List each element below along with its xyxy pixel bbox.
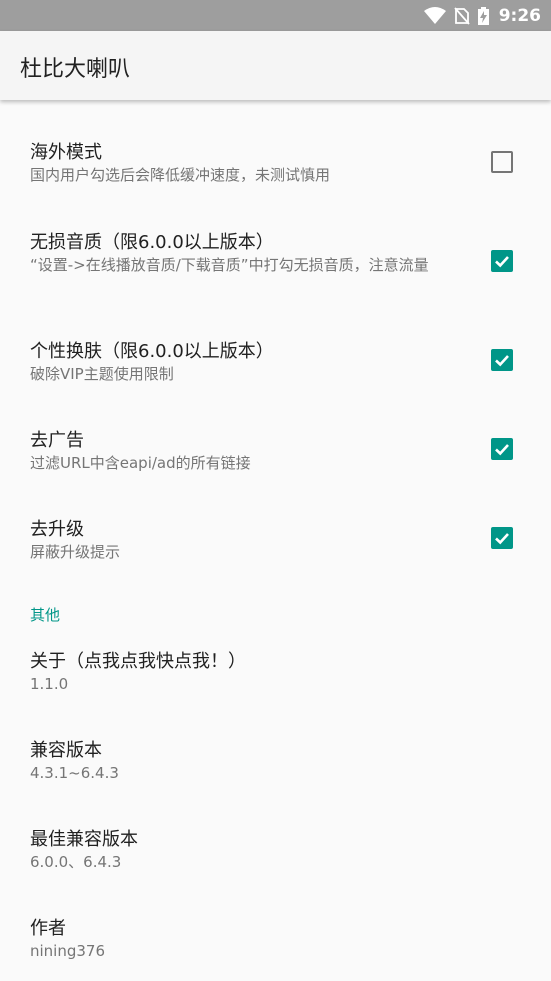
custom-skin-checkbox[interactable] xyxy=(491,349,513,371)
lossless-quality-checkbox[interactable] xyxy=(491,250,513,272)
pref-remove-ads[interactable]: 去广告 过滤URL中含eapi/ad的所有链接 xyxy=(0,416,551,482)
pref-title: 无损音质（限6.0.0以上版本） xyxy=(30,232,274,253)
pref-summary: 4.3.1~6.4.3 xyxy=(30,764,119,782)
pref-about[interactable]: 关于（点我点我快点我！） 1.1.0 xyxy=(0,637,551,703)
pref-summary: “设置->在线播放音质/下载音质”中打勾无损音质，注意流量 xyxy=(30,256,429,274)
status-icons: 9:26 xyxy=(423,0,541,31)
no-sim-icon xyxy=(454,6,470,25)
pref-summary: 国内用户勾选后会降低缓冲速度，未测试慎用 xyxy=(30,166,331,184)
checkmark-icon xyxy=(495,256,509,268)
checkmark-icon xyxy=(495,355,509,367)
pref-title: 个性换肤（限6.0.0以上版本） xyxy=(30,341,274,362)
pref-title: 关于（点我点我快点我！） xyxy=(30,651,246,672)
pref-title: 海外模式 xyxy=(30,142,102,163)
pref-lossless-quality[interactable]: 无损音质（限6.0.0以上版本） “设置->在线播放音质/下载音质”中打勾无损音… xyxy=(0,218,551,304)
status-bar: 9:26 xyxy=(0,0,551,31)
remove-ads-checkbox[interactable] xyxy=(491,438,513,460)
checkmark-icon xyxy=(495,444,509,456)
pref-title: 去广告 xyxy=(30,430,84,451)
category-header-other: 其他 xyxy=(30,606,61,624)
pref-title: 兼容版本 xyxy=(30,740,102,761)
disable-update-checkbox[interactable] xyxy=(491,527,513,549)
pref-summary: 过滤URL中含eapi/ad的所有链接 xyxy=(30,454,251,472)
pref-overseas-mode[interactable]: 海外模式 国内用户勾选后会降低缓冲速度，未测试慎用 xyxy=(0,128,551,194)
battery-charging-icon xyxy=(477,6,489,25)
pref-compatible-versions[interactable]: 兼容版本 4.3.1~6.4.3 xyxy=(0,726,551,792)
pref-summary: 1.1.0 xyxy=(30,675,69,693)
pref-title: 最佳兼容版本 xyxy=(30,829,138,850)
checkmark-icon xyxy=(495,533,509,545)
pref-summary: 破除VIP主题使用限制 xyxy=(30,365,174,383)
pref-custom-skin[interactable]: 个性换肤（限6.0.0以上版本） 破除VIP主题使用限制 xyxy=(0,327,551,393)
wifi-icon xyxy=(423,6,446,25)
pref-disable-update[interactable]: 去升级 屏蔽升级提示 xyxy=(0,505,551,571)
pref-title: 去升级 xyxy=(30,519,84,540)
pref-summary: nining376 xyxy=(30,942,106,960)
page-title: 杜比大喇叭 xyxy=(20,57,131,82)
pref-summary: 屏蔽升级提示 xyxy=(30,543,121,561)
pref-summary: 6.0.0、6.4.3 xyxy=(30,853,122,871)
overseas-mode-checkbox[interactable] xyxy=(491,151,513,173)
pref-title: 作者 xyxy=(30,918,66,939)
pref-author[interactable]: 作者 nining376 xyxy=(0,904,551,970)
pref-best-compatible-versions[interactable]: 最佳兼容版本 6.0.0、6.4.3 xyxy=(0,815,551,881)
status-time: 9:26 xyxy=(498,5,541,26)
app-bar: 杜比大喇叭 xyxy=(0,31,551,100)
